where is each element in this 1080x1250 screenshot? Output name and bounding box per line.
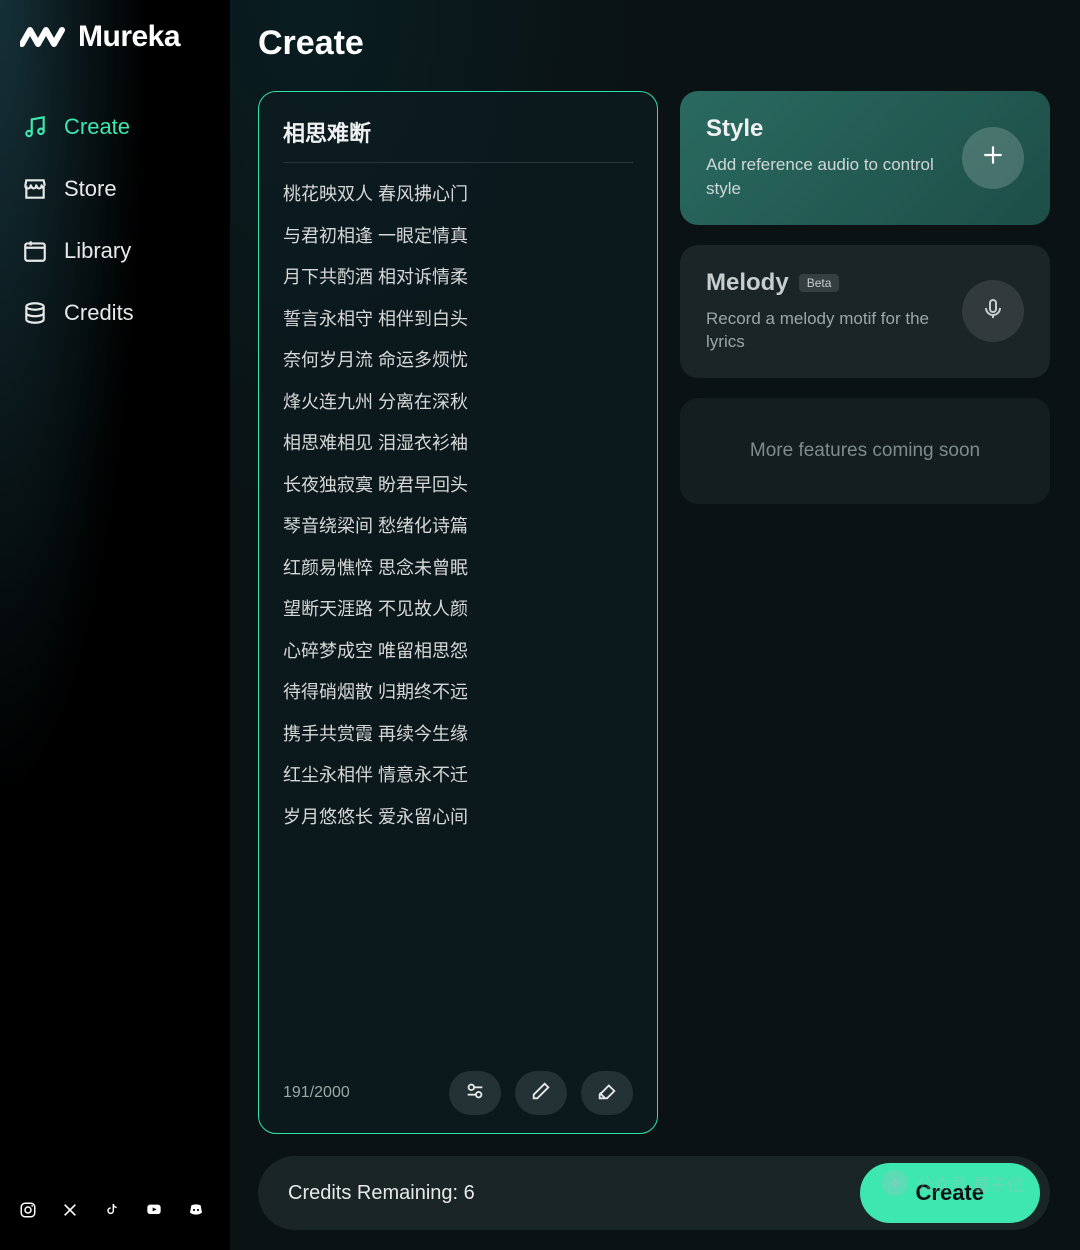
social-links xyxy=(0,1200,230,1230)
lyrics-line: 红颜易憔悴 思念未曾眠 xyxy=(283,553,633,585)
music-note-icon xyxy=(22,114,48,140)
style-desc: Add reference audio to control style xyxy=(706,153,946,201)
main-content: Create 相思难断 桃花映双人 春风拂心门与君初相逢 一眼定情真月下共酌酒 … xyxy=(230,0,1080,1250)
nav-label: Library xyxy=(64,238,131,264)
melody-title: Melody xyxy=(706,269,789,297)
nav-label: Credits xyxy=(64,300,134,326)
nav-label: Store xyxy=(64,176,117,202)
nav-create[interactable]: Create xyxy=(22,114,208,140)
lyrics-line: 琴音绕梁间 愁绪化诗篇 xyxy=(283,511,633,543)
create-button[interactable]: Create xyxy=(860,1163,1040,1223)
lyrics-body[interactable]: 桃花映双人 春风拂心门与君初相逢 一眼定情真月下共酌酒 相对诉情柔誓言永相守 相… xyxy=(283,179,633,1061)
lyrics-line: 月下共酌酒 相对诉情柔 xyxy=(283,262,633,294)
editor-settings-button[interactable] xyxy=(449,1071,501,1115)
pencil-icon xyxy=(530,1080,552,1107)
eraser-icon xyxy=(596,1080,618,1107)
app-name: Mureka xyxy=(78,20,180,54)
beta-badge: Beta xyxy=(799,274,840,292)
page-title: Create xyxy=(258,24,1050,63)
youtube-icon[interactable] xyxy=(144,1200,164,1220)
lyrics-line: 待得硝烟散 归期终不远 xyxy=(283,677,633,709)
lyrics-line: 岁月悠悠长 爱永留心间 xyxy=(283,802,633,834)
char-count: 191/2000 xyxy=(283,1084,350,1102)
style-card[interactable]: Style Add reference audio to control sty… xyxy=(680,91,1050,225)
workspace: 相思难断 桃花映双人 春风拂心门与君初相逢 一眼定情真月下共酌酒 相对诉情柔誓言… xyxy=(258,91,1050,1134)
nav-store[interactable]: Store xyxy=(22,176,208,202)
lyrics-line: 与君初相逢 一眼定情真 xyxy=(283,221,633,253)
sidebar: Mureka Create Store L xyxy=(0,0,230,1250)
nav-library[interactable]: Library xyxy=(22,238,208,264)
microphone-icon xyxy=(981,297,1005,326)
credits-icon xyxy=(22,300,48,326)
options-column: Style Add reference audio to control sty… xyxy=(680,91,1050,1134)
x-twitter-icon[interactable] xyxy=(60,1200,80,1220)
editor-edit-button[interactable] xyxy=(515,1071,567,1115)
add-style-button[interactable] xyxy=(962,127,1024,189)
record-melody-button[interactable] xyxy=(962,280,1024,342)
melody-card[interactable]: Melody Beta Record a melody motif for th… xyxy=(680,245,1050,379)
lyrics-line: 心碎梦成空 唯留相思怨 xyxy=(283,636,633,668)
lyrics-line: 携手共赏霞 再续今生缘 xyxy=(283,719,633,751)
lyrics-line: 望断天涯路 不见故人颜 xyxy=(283,594,633,626)
style-title: Style xyxy=(706,115,946,143)
lyrics-editor[interactable]: 相思难断 桃花映双人 春风拂心门与君初相逢 一眼定情真月下共酌酒 相对诉情柔誓言… xyxy=(258,91,658,1134)
lyrics-line: 桃花映双人 春风拂心门 xyxy=(283,179,633,211)
lyrics-line: 长夜独寂寞 盼君早回头 xyxy=(283,470,633,502)
lyrics-line: 奈何岁月流 命运多烦忧 xyxy=(283,345,633,377)
coming-soon-text: More features coming soon xyxy=(750,440,980,462)
lyrics-title[interactable]: 相思难断 xyxy=(283,116,633,163)
melody-desc: Record a melody motif for the lyrics xyxy=(706,307,946,355)
instagram-icon[interactable] xyxy=(18,1200,38,1220)
lyrics-line: 红尘永相伴 情意永不迁 xyxy=(283,760,633,792)
app-logo[interactable]: Mureka xyxy=(0,20,230,94)
store-icon xyxy=(22,176,48,202)
lyrics-line: 烽火连九州 分离在深秋 xyxy=(283,387,633,419)
discord-icon[interactable] xyxy=(186,1200,206,1220)
lyrics-line: 相思难相见 泪湿衣衫袖 xyxy=(283,428,633,460)
credits-remaining: Credits Remaining: 6 xyxy=(288,1182,475,1205)
coming-soon-card: More features coming soon xyxy=(680,398,1050,504)
plus-icon xyxy=(980,142,1006,173)
tiktok-icon[interactable] xyxy=(102,1200,122,1220)
sliders-icon xyxy=(464,1080,486,1107)
bottom-bar: Credits Remaining: 6 Create xyxy=(258,1156,1050,1230)
editor-erase-button[interactable] xyxy=(581,1071,633,1115)
lyrics-line: 誓言永相守 相伴到白头 xyxy=(283,304,633,336)
nav-credits[interactable]: Credits xyxy=(22,300,208,326)
logo-mark-icon xyxy=(20,22,68,52)
sidebar-nav: Create Store Library Cr xyxy=(0,94,230,346)
library-icon xyxy=(22,238,48,264)
nav-label: Create xyxy=(64,114,130,140)
